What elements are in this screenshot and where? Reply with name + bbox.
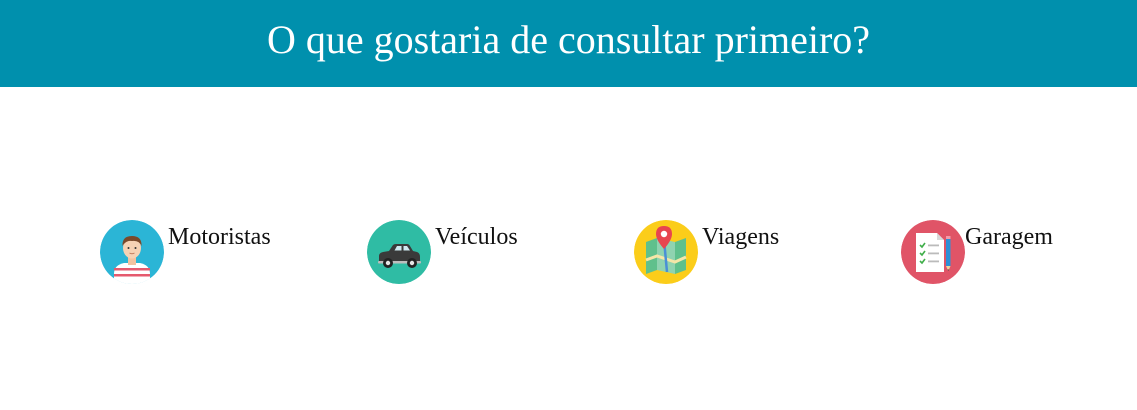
option-veiculos[interactable]: Veículos (367, 220, 518, 284)
checklist-icon[interactable] (901, 220, 965, 284)
page-header: O que gostaria de consultar primeiro? (0, 0, 1137, 87)
option-label-motoristas[interactable]: Motoristas (168, 225, 271, 249)
car-icon[interactable] (367, 220, 431, 284)
option-label-veiculos[interactable]: Veículos (435, 225, 518, 249)
option-motoristas[interactable]: Motoristas (100, 220, 271, 284)
options-area: Motoristas Veículos Viagens Garagem (0, 87, 1137, 410)
option-label-viagens[interactable]: Viagens (702, 225, 779, 249)
option-viagens[interactable]: Viagens (634, 220, 779, 284)
page-title: O que gostaria de consultar primeiro? (266, 16, 871, 62)
option-garagem[interactable]: Garagem (901, 220, 1053, 284)
map-pin-icon[interactable] (634, 220, 698, 284)
option-label-garagem[interactable]: Garagem (965, 225, 1053, 249)
driver-avatar-icon[interactable] (100, 220, 164, 284)
